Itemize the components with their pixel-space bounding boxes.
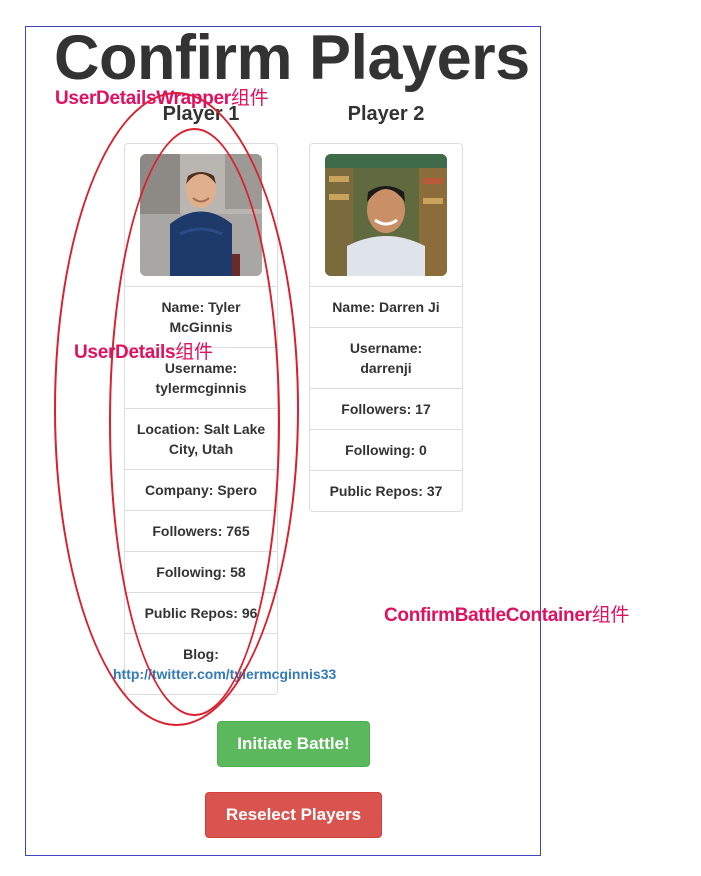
player-1-company: Company: Spero [125, 470, 277, 511]
annotation-user-details-wrapper: UserDetailsWrapper组件 [55, 83, 269, 110]
player-2-followers: Followers: 17 [310, 389, 462, 430]
player-2-card: Name: Darren Ji Username: darrenji Follo… [309, 143, 463, 512]
player-1-card: Name: Tyler McGinnis Username: tylermcgi… [113, 143, 336, 695]
player-1-public-repos: Public Repos: 96 [125, 593, 277, 634]
initiate-battle-button[interactable]: Initiate Battle! [217, 721, 370, 767]
annotation-wrapper-text: UserDetailsWrapper [55, 88, 231, 109]
avatar-photo-icon [325, 154, 447, 276]
reselect-players-button[interactable]: Reselect Players [205, 792, 382, 838]
avatar-photo-icon [140, 154, 262, 276]
player-1-blog-row: Blog: http://twitter.com/tylermcginnis33 [113, 634, 336, 694]
player-2-name: Name: Darren Ji [310, 287, 462, 328]
player-2-username: darrenji [360, 360, 412, 376]
player-1-avatar [140, 154, 262, 276]
player-2-heading: Player 2 [347, 103, 425, 125]
player-1-location: Location: Salt Lake City, Utah [125, 409, 277, 470]
player-1-avatar-cell [125, 144, 277, 287]
player-1-following: Following: 58 [125, 552, 277, 593]
annotation-details-suffix: 组件 [175, 342, 213, 363]
player-2-avatar [325, 154, 447, 276]
annotation-details-text: UserDetails [74, 342, 176, 363]
player-2-avatar-cell [310, 144, 462, 287]
annotation-confirm-battle-container: ConfirmBattleContainer组件 [384, 600, 629, 627]
annotation-container-text: ConfirmBattleContainer [384, 605, 592, 626]
player-1-username: tylermcginnis [155, 380, 247, 396]
player-2-username-row: Username: darrenji [310, 328, 462, 389]
player-2-username-label: Username: [349, 340, 423, 356]
annotation-container-suffix: 组件 [591, 605, 630, 626]
player-2-following: Following: 0 [310, 430, 462, 471]
player-2-public-repos: Public Repos: 37 [329, 483, 443, 499]
player-1-followers: Followers: 765 [125, 511, 277, 552]
annotation-user-details: UserDetails组件 [74, 337, 213, 364]
annotation-wrapper-suffix: 组件 [230, 88, 269, 109]
player-1-blog-link[interactable]: http://twitter.com/tylermcginnis33 [113, 664, 336, 684]
player-1-blog-label: Blog: [183, 646, 219, 662]
